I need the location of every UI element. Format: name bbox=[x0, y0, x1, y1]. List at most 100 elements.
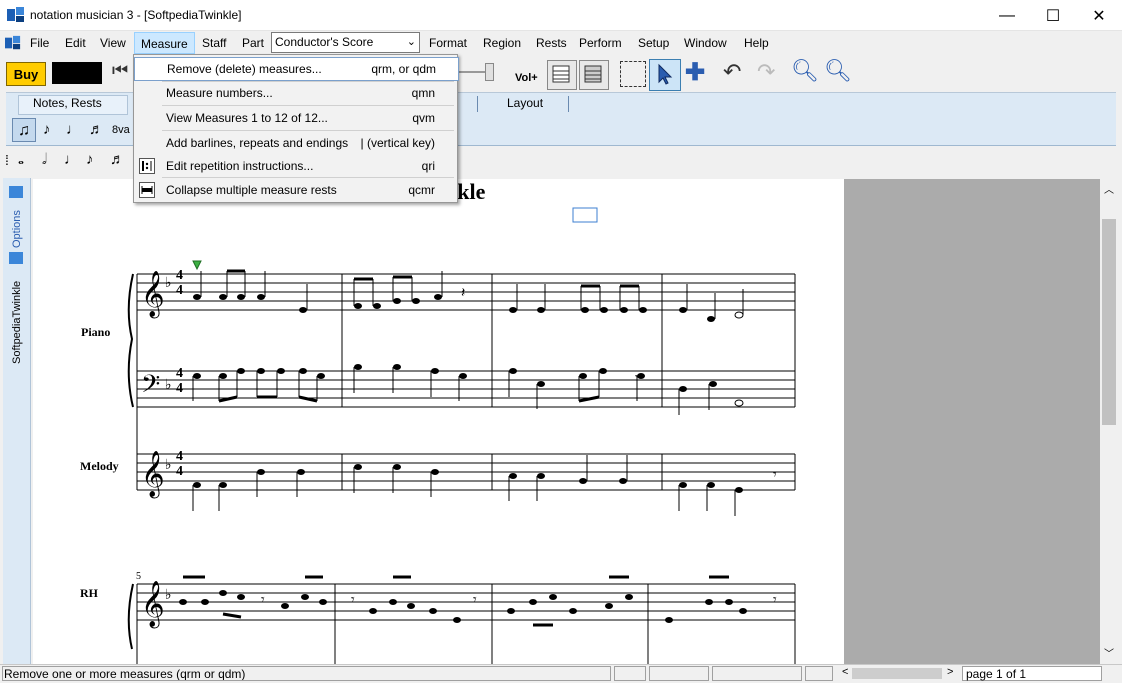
tab-divider bbox=[477, 96, 478, 112]
chevron-down-icon: ⌄ bbox=[406, 36, 416, 48]
menu-format[interactable]: Format bbox=[429, 36, 467, 50]
scroll-right-icon[interactable]: > bbox=[947, 666, 953, 678]
volume-slider[interactable] bbox=[485, 63, 494, 81]
svg-text:𝄾: 𝄾 bbox=[261, 592, 265, 608]
score-page[interactable]: 𝄞 𝄢 𝄞 𝄞 ♭ ♭ ♭ ♭ 𝄽 𝄾 𝄾 𝄾 𝄾 𝄾 𝄾 Piano Melo… bbox=[33, 179, 844, 664]
menu-separator bbox=[162, 105, 454, 106]
menu-window[interactable]: Window bbox=[684, 36, 727, 50]
svg-text:♭: ♭ bbox=[165, 275, 172, 291]
grip-icon: ⁞ bbox=[5, 152, 9, 168]
score-tab[interactable]: SoftpediaTwinkle bbox=[11, 281, 23, 364]
menu-item-add-barlines[interactable]: Add barlines, repeats and endings | (ver… bbox=[134, 132, 457, 154]
add-icon[interactable]: ✚ bbox=[685, 58, 705, 87]
menu-file[interactable]: File bbox=[30, 36, 49, 50]
menu-measure[interactable]: Measure bbox=[134, 32, 195, 54]
svg-text:𝄽: 𝄽 bbox=[461, 285, 465, 301]
menu-staff[interactable]: Staff bbox=[202, 36, 226, 50]
undo-icon[interactable]: ↶ bbox=[723, 59, 741, 85]
svg-text:𝄾: 𝄾 bbox=[351, 592, 355, 608]
score-notation: 𝄞 𝄢 𝄞 𝄞 ♭♭♭♭ 𝄽𝄾𝄾 𝄾 𝄾 𝄾 𝄾 bbox=[127, 207, 796, 664]
options-tab[interactable]: Options bbox=[11, 210, 23, 248]
beamed-notes-icon[interactable]: ♫ bbox=[12, 118, 36, 142]
window-title: notation musician 3 - [SoftpediaTwinkle] bbox=[30, 8, 242, 22]
status-panel bbox=[805, 666, 833, 681]
horizontal-scroll-thumb[interactable] bbox=[852, 668, 942, 679]
tab-layout[interactable]: Layout bbox=[507, 96, 543, 110]
scroll-up-icon[interactable]: ︿ bbox=[1104, 181, 1114, 196]
zoom-in-icon[interactable]: 🔍︎ bbox=[791, 58, 819, 84]
svg-text:𝄾: 𝄾 bbox=[635, 370, 639, 386]
svg-text:♭: ♭ bbox=[165, 457, 172, 473]
flipped-note-icon[interactable]: ♩ bbox=[66, 121, 81, 138]
status-panel bbox=[712, 666, 802, 681]
page-view-icon[interactable] bbox=[547, 60, 577, 90]
app-icon bbox=[7, 7, 24, 22]
menu-item-view-measures[interactable]: View Measures 1 to 12 of 12... qvm bbox=[134, 107, 457, 129]
time-sig-bottom: 4 bbox=[176, 283, 183, 298]
menu-setup[interactable]: Setup bbox=[638, 36, 669, 50]
measure-number: 5 bbox=[136, 571, 141, 582]
grace-note-icon[interactable]: ♪ bbox=[43, 121, 51, 138]
scroll-left-icon[interactable]: < bbox=[842, 666, 848, 678]
vertical-scroll-thumb[interactable] bbox=[1102, 219, 1116, 425]
tab-notes-rests[interactable]: Notes, Rests bbox=[33, 96, 102, 110]
options-icon[interactable] bbox=[9, 186, 23, 198]
svg-text:𝄾: 𝄾 bbox=[773, 592, 777, 608]
select-region-icon[interactable] bbox=[620, 61, 646, 87]
svg-text:𝄢: 𝄢 bbox=[141, 370, 160, 405]
pointer-tool-icon[interactable] bbox=[649, 59, 681, 91]
time-sig-bottom: 4 bbox=[176, 464, 183, 479]
svg-text:𝄞: 𝄞 bbox=[141, 271, 165, 319]
menu-item-remove-measures[interactable]: Remove (delete) measures... qrm, or qdm bbox=[134, 57, 459, 81]
maximize-button[interactable]: ☐ bbox=[1030, 0, 1076, 31]
menu-bar: File Edit View Measure Staff Part Format… bbox=[0, 31, 1122, 81]
time-sig-top: 4 bbox=[176, 366, 183, 381]
page-indicator: page 1 of 1 bbox=[966, 667, 1027, 681]
menu-part[interactable]: Part bbox=[242, 36, 264, 50]
whole-note-icon[interactable]: 𝅝 bbox=[18, 151, 24, 168]
redo-icon[interactable]: ↷ bbox=[757, 59, 775, 85]
eighth-note-icon[interactable]: ♪ bbox=[86, 151, 94, 168]
half-note-icon[interactable]: 𝅗𝅥 bbox=[42, 151, 47, 168]
menu-view[interactable]: View bbox=[100, 36, 126, 50]
buy-button[interactable]: Buy bbox=[6, 62, 46, 86]
menu-separator bbox=[162, 177, 454, 178]
rewind-icon[interactable]: ⏮ bbox=[112, 60, 128, 81]
measure-menu: Remove (delete) measures... qrm, or qdm … bbox=[133, 54, 459, 203]
part-selector[interactable]: Conductor's Score ⌄ bbox=[271, 32, 420, 53]
menu-edit[interactable]: Edit bbox=[65, 36, 86, 50]
menu-item-edit-repetition[interactable]: Edit repetition instructions... qri bbox=[134, 155, 457, 177]
sixteenth-note-icon[interactable]: ♬ bbox=[110, 151, 125, 168]
ottava-label[interactable]: 8va bbox=[112, 124, 130, 136]
menu-item-measure-numbers[interactable]: Measure numbers... qmn bbox=[134, 82, 457, 104]
time-sig-top: 4 bbox=[176, 449, 183, 464]
menu-region[interactable]: Region bbox=[483, 36, 521, 50]
status-panel bbox=[614, 666, 646, 681]
menu-perform[interactable]: Perform bbox=[579, 36, 622, 50]
menu-item-collapse-rests[interactable]: Collapse multiple measure rests qcmr bbox=[134, 179, 457, 201]
status-panel bbox=[649, 666, 709, 681]
quarter-note-icon[interactable]: ♩ bbox=[64, 151, 79, 168]
score-icon bbox=[9, 252, 23, 264]
scroll-view-icon[interactable] bbox=[579, 60, 609, 90]
time-display bbox=[52, 62, 102, 84]
page-background bbox=[844, 179, 1100, 664]
tab-divider bbox=[568, 96, 569, 112]
minimize-button[interactable]: — bbox=[984, 0, 1030, 31]
page-indicator-box: page 1 of 1 bbox=[962, 666, 1102, 681]
menu-rests[interactable]: Rests bbox=[536, 36, 567, 50]
tuplet-icon[interactable]: ♬ bbox=[89, 121, 104, 138]
side-panel: Options SoftpediaTwinkle bbox=[3, 178, 31, 664]
status-panel bbox=[2, 666, 611, 681]
volume-track bbox=[458, 71, 488, 73]
zoom-out-icon[interactable]: 🔍︎ bbox=[824, 58, 852, 84]
time-sig-bottom: 4 bbox=[176, 381, 183, 396]
close-button[interactable]: ✕ bbox=[1076, 0, 1122, 31]
menu-help[interactable]: Help bbox=[744, 36, 769, 50]
part-selector-value: Conductor's Score bbox=[275, 35, 374, 49]
document-icon[interactable] bbox=[5, 35, 21, 51]
multirest-icon bbox=[139, 182, 155, 198]
scroll-down-icon[interactable]: ﹀ bbox=[1104, 645, 1114, 660]
svg-text:♭: ♭ bbox=[165, 587, 172, 603]
title-bar: notation musician 3 - [SoftpediaTwinkle]… bbox=[0, 0, 1122, 31]
